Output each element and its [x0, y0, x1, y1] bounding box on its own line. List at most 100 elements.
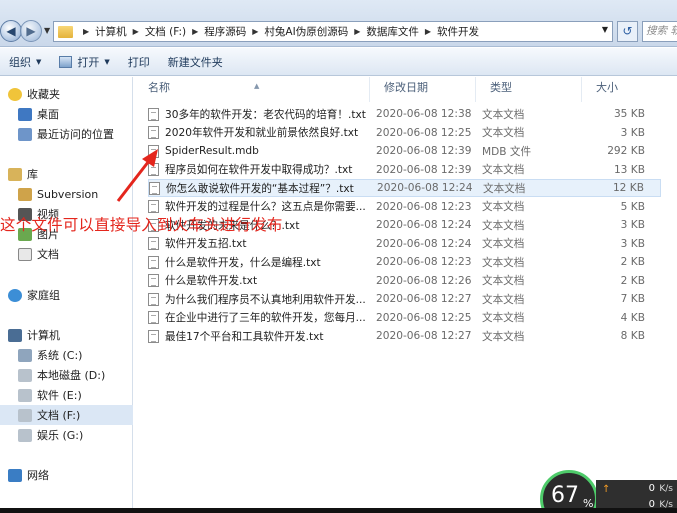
folder-icon [58, 25, 73, 38]
forward-arrow-icon: ▶ [26, 24, 36, 38]
file-name: 在企业中进行了三年的软件开发，您每月... [165, 312, 366, 324]
file-name: 2020年软件开发和就业前景依然良好.txt [165, 127, 359, 139]
nav-favorites[interactable]: 收藏夹 [0, 84, 133, 104]
nav-documents[interactable]: 文档 [0, 244, 133, 264]
file-row[interactable]: 程序员如何在软件开发中取得成功？.txt 2020-06-08 12:39 文本文档… [148, 161, 661, 179]
chevron-right-icon: ▶ [83, 27, 90, 36]
search-input[interactable]: 搜索 软件开发 [642, 21, 677, 42]
file-type: 文本文档 [482, 164, 525, 176]
taskbar-edge [0, 508, 677, 513]
documents-icon [18, 247, 32, 261]
open-icon [59, 55, 73, 68]
file-name: 什么是软件开发.txt [165, 275, 258, 287]
drive-icon [18, 388, 32, 402]
chevron-down-icon: ▼ [36, 57, 42, 66]
file-type: 文本文档 [482, 275, 525, 287]
breadcrumb-computer[interactable]: 计算机 ▶ [95, 24, 145, 39]
drive-icon [18, 428, 32, 442]
file-type: 文本文档 [482, 330, 525, 343]
breadcrumb-database[interactable]: 数据库文件 ▶ [366, 24, 437, 39]
file-date: 2020-06-08 12:23 [376, 256, 472, 268]
annotation-arrow-icon [116, 149, 158, 202]
annotation-text: 这个文件可以直接导入到火车头进行发布 [0, 216, 283, 234]
network-speed-widget[interactable]: 67 % ↑ 0 K/s 0 K/s [540, 470, 677, 513]
breadcrumb-project[interactable]: 村兔AI伪原创源码 ▶ [264, 24, 366, 39]
file-size: 8 KB [620, 330, 645, 342]
file-row[interactable]: 软件开发五招.txt 2020-06-08 12:24 文本文档 3 KB [148, 235, 661, 253]
file-name: 30多年的软件开发：老农代码的培育！.txt [165, 108, 366, 121]
new-folder-button[interactable]: 新建文件夹 [159, 48, 232, 75]
recent-places-icon [18, 127, 32, 141]
column-header-name[interactable]: 名称 ▲ [134, 77, 370, 102]
nav-network[interactable]: 网络 [0, 465, 133, 485]
nav-homegroup[interactable]: 家庭组 [0, 285, 133, 305]
text-file-icon [148, 107, 159, 121]
file-row[interactable]: 为什么我们程序员不认真地利用软件开发... 2020-06-08 12:27 文本文… [148, 290, 661, 308]
file-size: 5 KB [620, 200, 645, 213]
file-name: SpiderResult.mdb [165, 145, 259, 157]
back-button[interactable]: ◀ [0, 20, 22, 42]
file-type: 文本文档 [482, 256, 525, 269]
address-bar-area: ◀ ▶ ▼ ▶ 计算机 ▶ 文档 (F:) ▶ 程序源码 ▶ 村兔AI伪原创源码 ▶ 数… [0, 0, 677, 47]
file-row[interactable]: 你怎么敢说软件开发的“基本过程”？.txt 2020-06-08 12:24 文本文… [148, 179, 661, 197]
file-date: 2020-06-08 12:24 [376, 237, 472, 250]
file-size: 2 KB [620, 274, 645, 287]
file-size: 292 KB [607, 145, 645, 157]
homegroup-icon [8, 288, 22, 302]
breadcrumb-source[interactable]: 程序源码 ▶ [204, 24, 264, 39]
nav-drive-d[interactable]: 本地磁盘 (D:) [0, 365, 133, 385]
file-size: 12 KB [612, 182, 644, 194]
file-row[interactable]: 30多年的软件开发：老农代码的培育！.txt 2020-06-08 12:38 文本… [148, 105, 661, 123]
file-date: 2020-06-08 12:39 [376, 145, 472, 157]
nav-drive-f[interactable]: 文档 (F:) [0, 405, 133, 425]
file-name: 软件开发的过程是什么？这五点是你需要... [165, 201, 366, 213]
file-name: 软件开发五招.txt [165, 238, 247, 250]
file-list: 名称 ▲ 修改日期 类型 大小 30多年的软件开发：老农代码的培育！.txt 202… [134, 77, 677, 513]
column-header-type[interactable]: 类型 [476, 77, 582, 102]
forward-button[interactable]: ▶ [20, 20, 42, 42]
file-row[interactable]: 最佳17个平台和工具软件开发.txt 2020-06-08 12:27 文本文档 8 … [148, 327, 661, 345]
file-row[interactable]: SpiderResult.mdb 2020-06-08 12:39 MDB 文件 29… [148, 142, 661, 160]
memory-usage-gauge: 67 % [540, 470, 598, 513]
text-file-icon [148, 311, 159, 324]
file-type: 文本文档 [482, 312, 525, 324]
nav-drive-g[interactable]: 娱乐 (G:) [0, 425, 133, 445]
breadcrumb-drive-f[interactable]: 文档 (F:) ▶ [145, 24, 204, 39]
file-row[interactable]: 什么是软件开发.txt 2020-06-08 12:26 文本文档 2 KB [148, 272, 661, 290]
nav-drive-e[interactable]: 软件 (E:) [0, 385, 133, 405]
column-header-date[interactable]: 修改日期 [370, 77, 476, 102]
file-type: 文本文档 [482, 201, 525, 213]
open-button[interactable]: 打开 ▼ [50, 48, 118, 75]
chevron-right-icon: ▶ [424, 27, 432, 36]
library-icon [8, 167, 22, 181]
nav-desktop[interactable]: 桌面 [0, 104, 133, 124]
chevron-right-icon: ▶ [192, 27, 199, 36]
chevron-right-icon: ▶ [252, 27, 259, 36]
print-button[interactable]: 打印 [119, 48, 159, 75]
recent-pages-dropdown-icon[interactable]: ▼ [44, 26, 50, 35]
nav-recent[interactable]: 最近访问的位置 [0, 124, 133, 144]
network-icon [8, 468, 22, 482]
breadcrumb-current[interactable]: 软件开发 [437, 24, 479, 39]
file-row[interactable]: 在企业中进行了三年的软件开发，您每月... 2020-06-08 12:25 文本文… [148, 309, 661, 327]
file-row[interactable]: 什么是软件开发，什么是编程.txt 2020-06-08 12:23 文本文档 2 K… [148, 253, 661, 271]
address-field[interactable]: ▶ 计算机 ▶ 文档 (F:) ▶ 程序源码 ▶ 村兔AI伪原创源码 ▶ 数据库文件 ▶ … [53, 21, 613, 42]
file-row[interactable]: 2020年软件开发和就业前景依然良好.txt 2020-06-08 12:25 文本… [148, 124, 661, 142]
column-header-size[interactable]: 大小 [582, 77, 677, 102]
refresh-button[interactable]: ↺ [617, 21, 638, 42]
desktop-icon [18, 107, 32, 121]
file-date: 2020-06-08 12:39 [376, 163, 472, 176]
chevron-right-icon: ▶ [354, 27, 361, 36]
address-dropdown-icon[interactable]: ▼ [602, 25, 608, 34]
text-file-icon [148, 329, 159, 343]
navigation-pane: 收藏夹 桌面 最近访问的位置 库 Subversion 视频 图片 文档 家庭组… [0, 77, 133, 513]
nav-computer[interactable]: 计算机 [0, 325, 133, 345]
nav-drive-c[interactable]: 系统 (C:) [0, 345, 133, 365]
chevron-right-icon: ▶ [132, 27, 139, 36]
file-size: 7 KB [620, 293, 645, 305]
file-size: 2 KB [620, 256, 645, 268]
text-file-icon [148, 126, 159, 139]
breadcrumb-root[interactable]: ▶ [77, 27, 95, 36]
organize-button[interactable]: 组织 ▼ [0, 48, 50, 75]
sort-ascending-icon: ▲ [254, 82, 260, 90]
